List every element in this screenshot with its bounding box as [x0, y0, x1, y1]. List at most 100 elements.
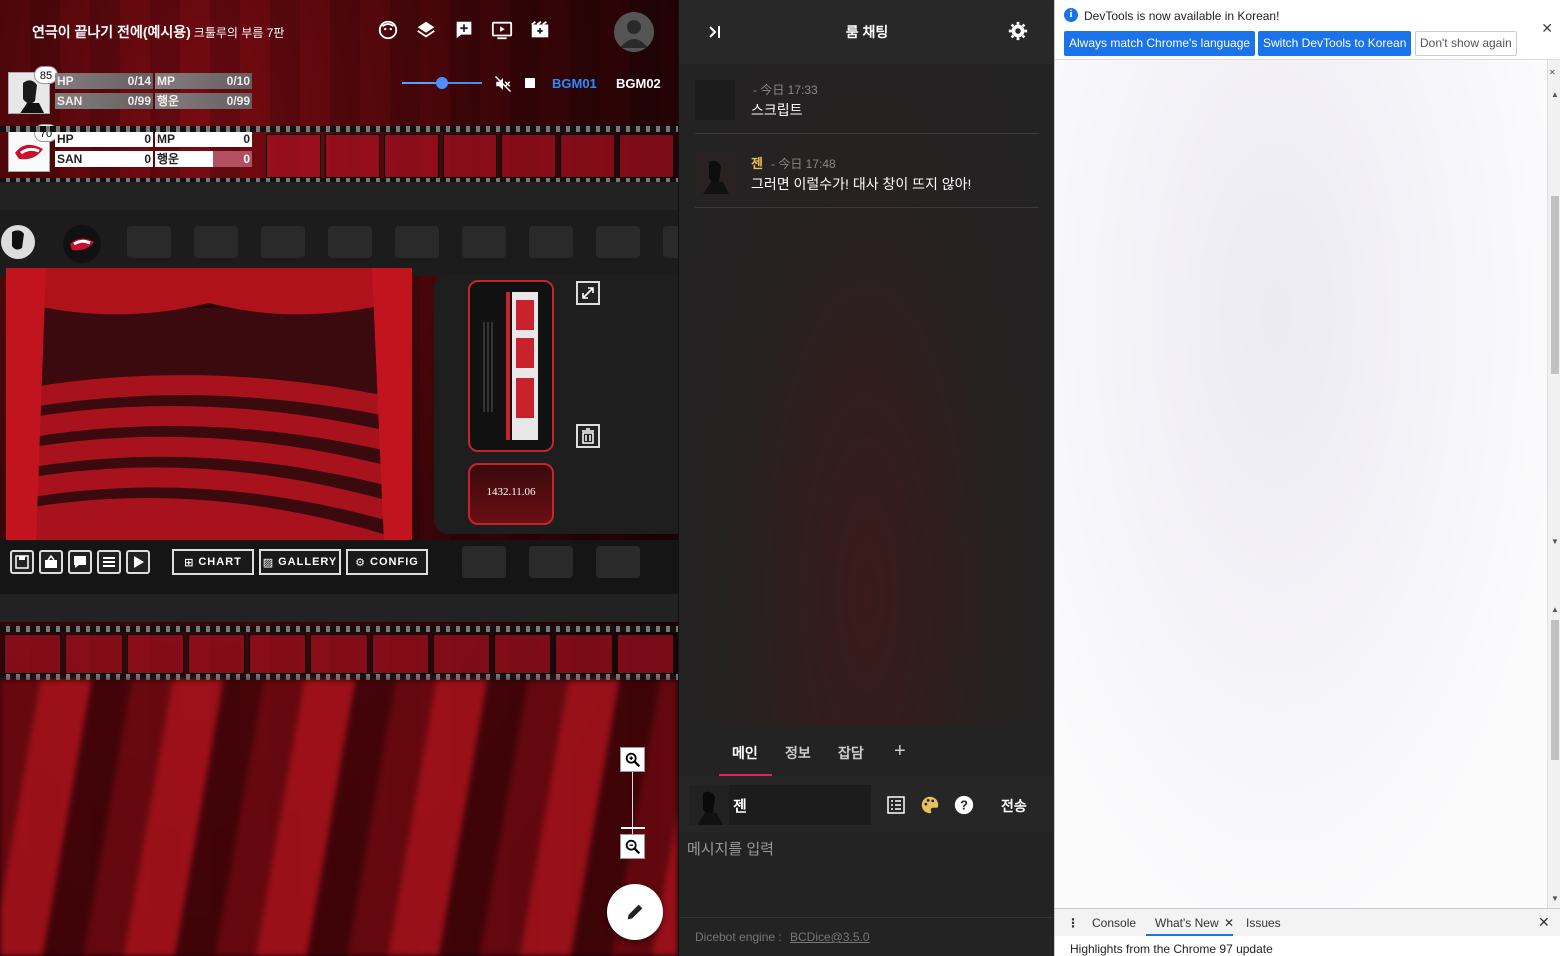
room-chat-panel: 룸 채팅 - 今日 17:33 스크립트 젠 - 今日 17:48 그러면 이럴…: [678, 0, 1055, 956]
mute-icon[interactable]: [494, 75, 512, 98]
message-author: 젠: [751, 156, 763, 171]
empty-slot[interactable]: [462, 226, 506, 258]
top-toolbar: [376, 18, 552, 42]
dicebot-link[interactable]: BCDice@3.5.0: [790, 930, 870, 944]
scroll-down-icon[interactable]: ▼: [1551, 537, 1559, 546]
zoom-in-icon[interactable]: [620, 747, 645, 772]
stop-icon[interactable]: [525, 78, 535, 88]
close-drawer-icon[interactable]: ✕: [1538, 914, 1550, 931]
stat-value: 0/99: [127, 94, 151, 108]
room-title-text: 연극이 끝나기 전에(예시용): [32, 24, 191, 40]
save-icon[interactable]: [10, 550, 34, 574]
top-bar: 연극이 끝나기 전에(예시용) 크툴루의 부름 7판: [0, 0, 678, 62]
stat-label: 행운: [157, 94, 180, 108]
empty-slot[interactable]: [194, 226, 238, 258]
scroll-down-icon[interactable]: ▼: [1551, 894, 1559, 903]
edit-fab-button[interactable]: [607, 884, 663, 940]
ticket-date: 1432.11.06: [468, 463, 554, 525]
character-card-1[interactable]: 85 HP 0/14 MP 0/10 SAN 0/99 행운 0/99: [8, 66, 252, 116]
pencil-icon: [627, 904, 643, 920]
scroll-thumb[interactable]: [1551, 196, 1559, 374]
empty-slot[interactable]: [462, 546, 506, 578]
empty-slot[interactable]: [395, 226, 439, 258]
chat-title: 룸 채팅: [845, 24, 889, 40]
empty-slot[interactable]: [596, 546, 640, 578]
ticket-image: [468, 280, 554, 452]
play-icon[interactable]: [126, 550, 150, 574]
tab-console[interactable]: Console: [1092, 916, 1136, 930]
devtools-panel: i DevTools is now available in Korean! A…: [1054, 0, 1560, 956]
volume-knob[interactable]: [436, 77, 448, 89]
chart-label: CHART: [198, 556, 242, 568]
close-icon[interactable]: ✕: [1541, 20, 1553, 37]
close-tab-icon[interactable]: ✕: [1224, 916, 1234, 930]
tab-info[interactable]: 정보: [785, 743, 811, 763]
stat-value: 0/99: [226, 94, 250, 108]
movie-icon[interactable]: [528, 18, 552, 42]
add-box-icon[interactable]: [452, 18, 476, 42]
chart-button[interactable]: ⊞ CHART: [172, 549, 254, 575]
load-icon[interactable]: [39, 550, 63, 574]
scroll-up-icon[interactable]: ▲: [1551, 605, 1559, 614]
always-match-language-button[interactable]: Always match Chrome's language: [1064, 31, 1256, 56]
stat-label: SAN: [57, 94, 83, 108]
empty-slot[interactable]: [596, 226, 640, 258]
help-icon[interactable]: ?: [953, 794, 975, 816]
tab-issues[interactable]: Issues: [1246, 916, 1281, 930]
scroll-up-icon[interactable]: ▲: [1551, 90, 1559, 99]
bgm-02-button[interactable]: BGM02: [616, 76, 661, 91]
expand-icon[interactable]: [576, 281, 600, 305]
stat-value: 0/14: [127, 74, 151, 88]
character-slot-1[interactable]: [0, 224, 36, 260]
switch-to-korean-button[interactable]: Switch DevTools to Korean: [1258, 31, 1412, 56]
stat-label: HP: [57, 74, 74, 88]
devtools-scrollbar[interactable]: ✕ ▲ ▼ ▲ ▼: [1547, 60, 1560, 908]
volume-slider[interactable]: [402, 75, 482, 91]
drawer-menu-icon[interactable]: ⋮: [1067, 916, 1079, 930]
empty-slot[interactable]: [663, 226, 678, 258]
message-input[interactable]: [679, 832, 1055, 916]
account-icon[interactable]: [614, 12, 654, 52]
dicebot-label: Dicebot engine :: [695, 930, 782, 944]
empty-slot[interactable]: [261, 226, 305, 258]
chat-header: 룸 채팅: [679, 0, 1055, 64]
empty-slot[interactable]: [127, 226, 171, 258]
stat-label: MP: [157, 74, 175, 88]
background-seats: [0, 680, 678, 956]
character-slot-2[interactable]: [62, 224, 102, 264]
layers-icon[interactable]: [414, 18, 438, 42]
menu-icon[interactable]: [97, 550, 121, 574]
message-avatar: [695, 154, 735, 194]
zoom-out-icon[interactable]: [620, 834, 645, 859]
whats-new-content: Highlights from the Chrome 97 update: [1055, 936, 1560, 956]
dont-show-again-button[interactable]: Don't show again: [1415, 31, 1517, 56]
bgm-01-button[interactable]: BGM01: [552, 76, 597, 91]
trash-icon[interactable]: [576, 424, 600, 448]
whats-new-highlight: Highlights from the Chrome 97 update: [1070, 942, 1273, 956]
settings-gear-icon[interactable]: [1007, 20, 1029, 47]
zoom-track[interactable]: [632, 772, 633, 834]
message-avatar: [695, 80, 735, 120]
room-title: 연극이 끝나기 전에(예시용) 크툴루의 부름 7판: [32, 22, 284, 42]
empty-slot[interactable]: [328, 226, 372, 258]
palette-icon[interactable]: [919, 794, 941, 816]
config-button[interactable]: ⚙ CONFIG: [346, 549, 428, 575]
sender-selector[interactable]: 젠: [689, 785, 871, 825]
scroll-thumb[interactable]: [1551, 620, 1559, 760]
tab-main[interactable]: 메인: [732, 743, 758, 763]
send-button[interactable]: 전송: [1001, 796, 1027, 816]
dialog-icon[interactable]: [68, 550, 92, 574]
close-small-icon[interactable]: ✕: [1549, 68, 1556, 77]
tab-chatter[interactable]: 잡담: [838, 743, 864, 763]
add-tab-button[interactable]: +: [894, 740, 906, 763]
tab-whats-new[interactable]: What's New: [1155, 916, 1219, 930]
empty-slot[interactable]: [529, 226, 573, 258]
zoom-handle[interactable]: [621, 827, 645, 829]
stat-value: 0/10: [226, 74, 250, 88]
empty-slot[interactable]: [529, 546, 573, 578]
face-icon[interactable]: [376, 18, 400, 42]
banner-message: DevTools is now available in Korean!: [1084, 9, 1280, 23]
gallery-button[interactable]: ▨ GALLERY: [259, 549, 341, 575]
screen-icon[interactable]: [490, 18, 514, 42]
list-icon[interactable]: [885, 794, 907, 816]
